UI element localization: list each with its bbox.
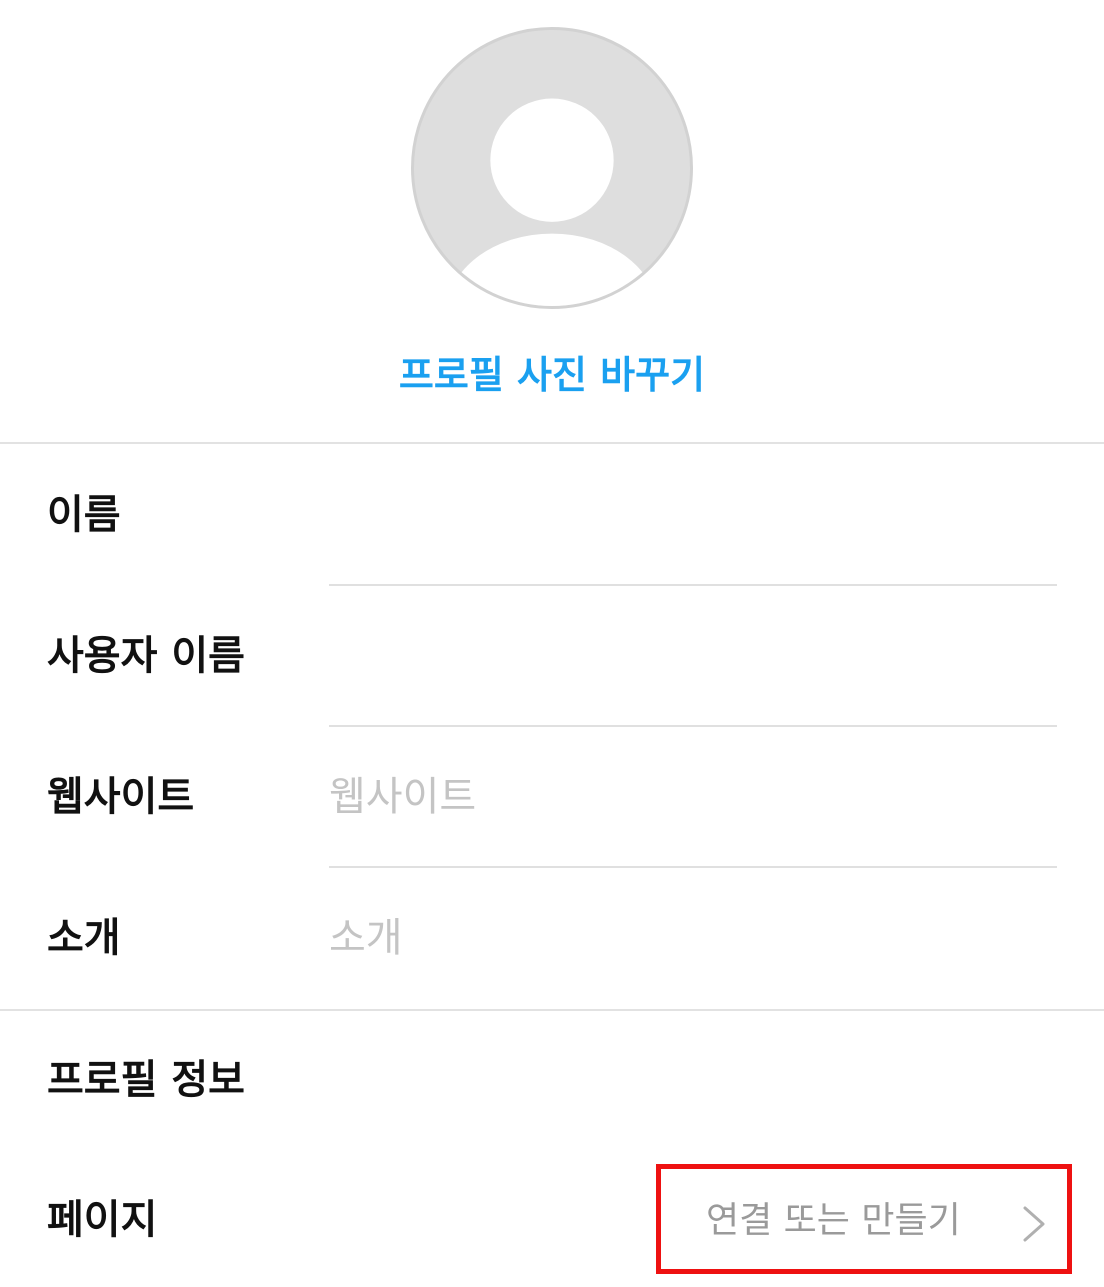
username-label: 사용자 이름 [47, 633, 245, 679]
profile-avatar[interactable] [411, 27, 693, 309]
change-profile-photo-button[interactable]: 프로필 사진 바꾸기 [0, 345, 1104, 405]
field-divider [329, 725, 1057, 727]
bio-input[interactable]: 소개 [329, 908, 1057, 968]
section-divider [0, 1009, 1104, 1011]
name-label: 이름 [47, 492, 121, 538]
connect-or-create-page-button[interactable]: 연결 또는 만들기 [656, 1164, 1072, 1274]
website-label: 웹사이트 [47, 774, 195, 820]
connect-or-create-label: 연결 또는 만들기 [706, 1200, 961, 1241]
bio-label: 소개 [47, 915, 121, 961]
chevron-right-icon [1021, 1204, 1047, 1244]
website-input[interactable]: 웹사이트 [329, 767, 1057, 827]
name-input[interactable] [329, 485, 1057, 545]
username-input[interactable] [329, 626, 1057, 686]
field-divider [329, 866, 1057, 868]
profile-info-title: 프로필 정보 [47, 1057, 245, 1103]
section-divider [0, 442, 1104, 444]
field-divider [329, 584, 1057, 586]
page-label: 페이지 [47, 1197, 158, 1243]
default-avatar-icon [446, 98, 658, 306]
